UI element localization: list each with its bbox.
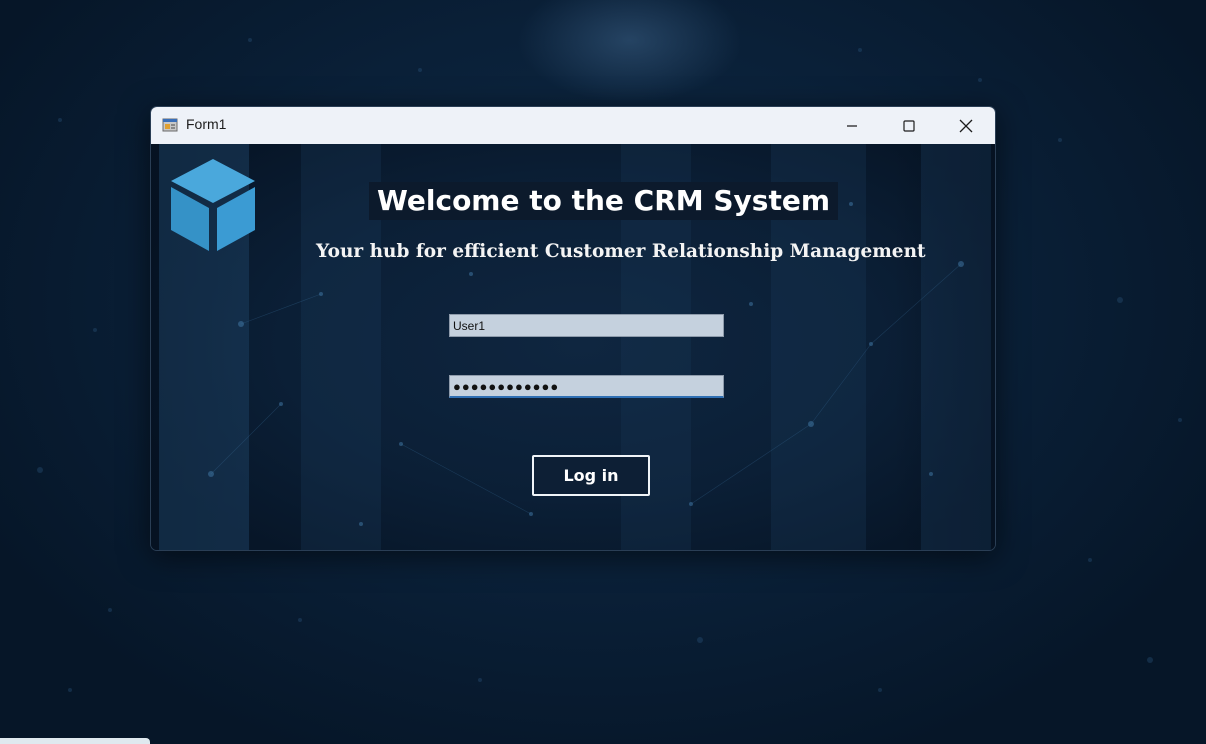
- password-field[interactable]: [449, 375, 724, 398]
- minimize-button[interactable]: [829, 107, 875, 144]
- maximize-button[interactable]: [886, 107, 932, 144]
- login-form-panel: Welcome to the CRM System Your hub for e…: [151, 144, 995, 550]
- app-icon: [162, 118, 178, 132]
- welcome-heading: Welcome to the CRM System: [369, 182, 839, 220]
- login-window: Form1 Welcome to the CRM System Your hub…: [150, 106, 996, 551]
- minimize-icon: [847, 124, 857, 127]
- window-title: Form1: [186, 116, 227, 132]
- username-field[interactable]: [449, 314, 724, 337]
- close-icon: [959, 119, 973, 132]
- maximize-icon: [903, 119, 915, 132]
- cube-icon: [171, 159, 255, 251]
- close-button[interactable]: [943, 107, 989, 144]
- title-bar[interactable]: Form1: [151, 107, 995, 144]
- login-button[interactable]: Log in: [532, 455, 650, 496]
- taskbar-edge: [0, 738, 150, 744]
- subtitle-text: Your hub for efficient Customer Relation…: [316, 241, 926, 262]
